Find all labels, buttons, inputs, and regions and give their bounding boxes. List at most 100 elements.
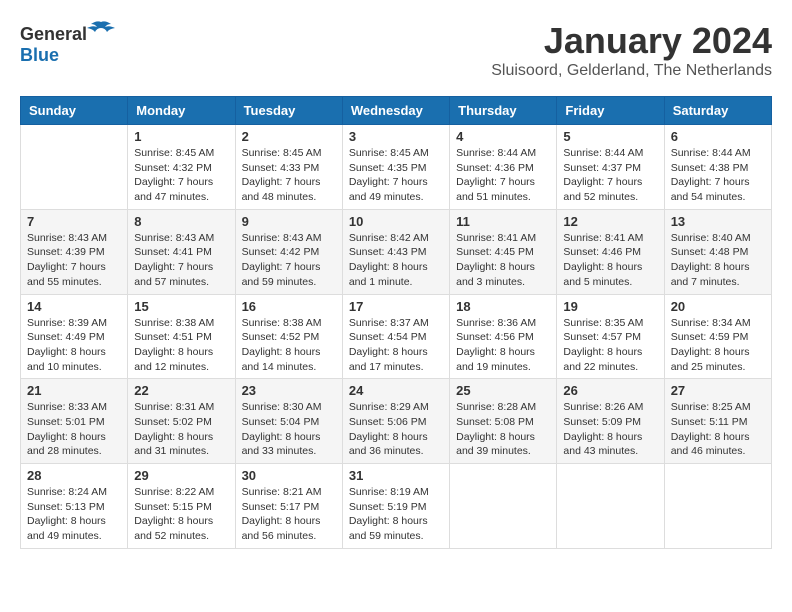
day-number: 21: [27, 383, 121, 398]
calendar-cell: 9 Sunrise: 8:43 AMSunset: 4:42 PMDaylight…: [235, 209, 342, 294]
day-info: Sunrise: 8:44 AMSunset: 4:37 PMDaylight:…: [563, 146, 657, 205]
calendar-cell: 12Sunrise: 8:41 AMSunset: 4:46 PMDayligh…: [557, 209, 664, 294]
day-number: 7: [27, 214, 121, 229]
day-info: Sunrise: 8:39 AMSunset: 4:49 PMDaylight:…: [27, 316, 121, 375]
calendar-cell: 22Sunrise: 8:31 AMSunset: 5:02 PMDayligh…: [128, 379, 235, 464]
day-info: Sunrise: 8:25 AMSunset: 5:11 PMDaylight:…: [671, 400, 765, 459]
day-number: 18: [456, 299, 550, 314]
day-number: 9: [242, 214, 336, 229]
day-info: Sunrise: 8:33 AMSunset: 5:01 PMDaylight:…: [27, 400, 121, 459]
calendar-week-row: 21 Sunrise: 8:33 AMSunset: 5:01 PMDayligh…: [21, 379, 772, 464]
day-info: Sunrise: 8:43 AMSunset: 4:39 PMDaylight:…: [27, 231, 121, 290]
day-info: Sunrise: 8:36 AMSunset: 4:56 PMDaylight:…: [456, 316, 550, 375]
day-number: 26: [563, 383, 657, 398]
day-number: 17: [349, 299, 443, 314]
logo-blue: Blue: [20, 45, 59, 65]
day-info: Sunrise: 8:24 AMSunset: 5:13 PMDaylight:…: [27, 485, 121, 544]
day-number: 30: [242, 468, 336, 483]
day-info: Sunrise: 8:38 AMSunset: 4:52 PMDaylight:…: [242, 316, 336, 375]
calendar-cell: 15 Sunrise: 8:38 AMSunset: 4:51 PMDayligh…: [128, 294, 235, 379]
day-info: Sunrise: 8:41 AMSunset: 4:46 PMDaylight:…: [563, 231, 657, 290]
day-number: 1: [134, 129, 228, 144]
header: General Blue January 2024 Sluisoord, Gel…: [20, 20, 772, 80]
day-number: 8: [134, 214, 228, 229]
weekday-header: Tuesday: [235, 97, 342, 125]
logo-text: General Blue: [20, 20, 115, 66]
calendar-cell: 17 Sunrise: 8:37 AMSunset: 4:54 PMDayligh…: [342, 294, 449, 379]
day-info: Sunrise: 8:31 AMSunset: 5:02 PMDaylight:…: [134, 400, 228, 459]
calendar-cell: 11 Sunrise: 8:41 AMSunset: 4:45 PMDayligh…: [450, 209, 557, 294]
calendar-week-row: 7 Sunrise: 8:43 AMSunset: 4:39 PMDaylight…: [21, 209, 772, 294]
weekday-header: Friday: [557, 97, 664, 125]
day-number: 5: [563, 129, 657, 144]
day-number: 15: [134, 299, 228, 314]
calendar-cell: [557, 464, 664, 549]
day-info: Sunrise: 8:45 AMSunset: 4:33 PMDaylight:…: [242, 146, 336, 205]
calendar-week-row: 28 Sunrise: 8:24 AMSunset: 5:13 PMDayligh…: [21, 464, 772, 549]
calendar-cell: 2 Sunrise: 8:45 AMSunset: 4:33 PMDaylight…: [235, 125, 342, 210]
calendar-cell: 20 Sunrise: 8:34 AMSunset: 4:59 PMDayligh…: [664, 294, 771, 379]
day-number: 27: [671, 383, 765, 398]
day-info: Sunrise: 8:37 AMSunset: 4:54 PMDaylight:…: [349, 316, 443, 375]
calendar-cell: 3Sunrise: 8:45 AMSunset: 4:35 PMDaylight…: [342, 125, 449, 210]
day-info: Sunrise: 8:45 AMSunset: 4:32 PMDaylight:…: [134, 146, 228, 205]
day-number: 13: [671, 214, 765, 229]
calendar-cell: 26 Sunrise: 8:26 AMSunset: 5:09 PMDayligh…: [557, 379, 664, 464]
location-title: Sluisoord, Gelderland, The Netherlands: [491, 62, 772, 80]
day-info: Sunrise: 8:40 AMSunset: 4:48 PMDaylight:…: [671, 231, 765, 290]
day-info: Sunrise: 8:38 AMSunset: 4:51 PMDaylight:…: [134, 316, 228, 375]
calendar-cell: 25 Sunrise: 8:28 AMSunset: 5:08 PMDayligh…: [450, 379, 557, 464]
calendar-week-row: 1 Sunrise: 8:45 AMSunset: 4:32 PMDaylight…: [21, 125, 772, 210]
day-info: Sunrise: 8:22 AMSunset: 5:15 PMDaylight:…: [134, 485, 228, 544]
day-number: 28: [27, 468, 121, 483]
calendar-cell: 21 Sunrise: 8:33 AMSunset: 5:01 PMDayligh…: [21, 379, 128, 464]
day-info: Sunrise: 8:21 AMSunset: 5:17 PMDaylight:…: [242, 485, 336, 544]
title-section: January 2024 Sluisoord, Gelderland, The …: [491, 20, 772, 80]
day-number: 6: [671, 129, 765, 144]
day-info: Sunrise: 8:34 AMSunset: 4:59 PMDaylight:…: [671, 316, 765, 375]
month-title: January 2024: [491, 20, 772, 62]
calendar-table: SundayMondayTuesdayWednesdayThursdayFrid…: [20, 96, 772, 549]
day-info: Sunrise: 8:30 AMSunset: 5:04 PMDaylight:…: [242, 400, 336, 459]
calendar-cell: 19Sunrise: 8:35 AMSunset: 4:57 PMDayligh…: [557, 294, 664, 379]
calendar-cell: 8Sunrise: 8:43 AMSunset: 4:41 PMDaylight…: [128, 209, 235, 294]
day-number: 10: [349, 214, 443, 229]
day-info: Sunrise: 8:41 AMSunset: 4:45 PMDaylight:…: [456, 231, 550, 290]
calendar-cell: [664, 464, 771, 549]
calendar-cell: 31 Sunrise: 8:19 AMSunset: 5:19 PMDayligh…: [342, 464, 449, 549]
day-info: Sunrise: 8:19 AMSunset: 5:19 PMDaylight:…: [349, 485, 443, 544]
calendar-cell: 10 Sunrise: 8:42 AMSunset: 4:43 PMDayligh…: [342, 209, 449, 294]
day-info: Sunrise: 8:44 AMSunset: 4:38 PMDaylight:…: [671, 146, 765, 205]
logo: General Blue: [20, 20, 115, 66]
weekday-header: Wednesday: [342, 97, 449, 125]
day-info: Sunrise: 8:43 AMSunset: 4:42 PMDaylight:…: [242, 231, 336, 290]
calendar-cell: 14Sunrise: 8:39 AMSunset: 4:49 PMDayligh…: [21, 294, 128, 379]
day-number: 31: [349, 468, 443, 483]
calendar-cell: 13 Sunrise: 8:40 AMSunset: 4:48 PMDayligh…: [664, 209, 771, 294]
day-number: 20: [671, 299, 765, 314]
day-info: Sunrise: 8:26 AMSunset: 5:09 PMDaylight:…: [563, 400, 657, 459]
day-number: 25: [456, 383, 550, 398]
day-number: 3: [349, 129, 443, 144]
calendar-cell: 6 Sunrise: 8:44 AMSunset: 4:38 PMDaylight…: [664, 125, 771, 210]
day-info: Sunrise: 8:28 AMSunset: 5:08 PMDaylight:…: [456, 400, 550, 459]
calendar-week-row: 14Sunrise: 8:39 AMSunset: 4:49 PMDayligh…: [21, 294, 772, 379]
weekday-header: Sunday: [21, 97, 128, 125]
day-number: 16: [242, 299, 336, 314]
day-info: Sunrise: 8:44 AMSunset: 4:36 PMDaylight:…: [456, 146, 550, 205]
calendar-cell: 30 Sunrise: 8:21 AMSunset: 5:17 PMDayligh…: [235, 464, 342, 549]
calendar-cell: 23 Sunrise: 8:30 AMSunset: 5:04 PMDayligh…: [235, 379, 342, 464]
calendar-cell: 16 Sunrise: 8:38 AMSunset: 4:52 PMDayligh…: [235, 294, 342, 379]
weekday-header: Thursday: [450, 97, 557, 125]
day-number: 4: [456, 129, 550, 144]
day-number: 29: [134, 468, 228, 483]
day-number: 23: [242, 383, 336, 398]
logo-general: General: [20, 24, 87, 44]
logo-bird-icon: [87, 20, 115, 40]
day-info: Sunrise: 8:29 AMSunset: 5:06 PMDaylight:…: [349, 400, 443, 459]
day-info: Sunrise: 8:42 AMSunset: 4:43 PMDaylight:…: [349, 231, 443, 290]
calendar-cell: 29 Sunrise: 8:22 AMSunset: 5:15 PMDayligh…: [128, 464, 235, 549]
day-number: 2: [242, 129, 336, 144]
day-number: 11: [456, 214, 550, 229]
calendar-cell: [450, 464, 557, 549]
